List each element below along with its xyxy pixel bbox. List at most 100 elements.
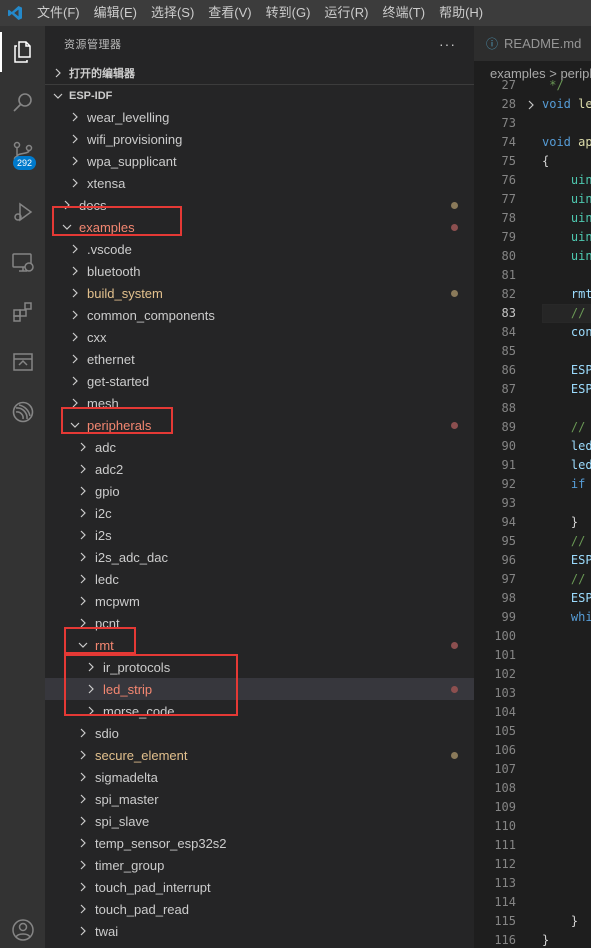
tree-item[interactable]: docs xyxy=(45,194,474,216)
tree-item[interactable]: get-started xyxy=(45,370,474,392)
run-debug-icon[interactable] xyxy=(0,192,45,232)
tree-item[interactable]: peripherals xyxy=(45,414,474,436)
tree-item[interactable]: i2s_adc_dac xyxy=(45,546,474,568)
tab-readme[interactable]: ⓘ README.md xyxy=(474,26,591,61)
chevron-right-icon xyxy=(59,194,75,216)
tree-item-label: rmt xyxy=(95,637,114,653)
line-number: 82 xyxy=(501,287,516,301)
menu-item[interactable]: 终端(T) xyxy=(375,0,432,26)
tree-item[interactable]: ledc xyxy=(45,568,474,590)
line-number: 97 xyxy=(501,572,516,586)
chevron-right-icon xyxy=(75,766,91,788)
tree-item-label: mesh xyxy=(87,395,119,411)
tree-item[interactable]: adc xyxy=(45,436,474,458)
menu-item[interactable]: 文件(F) xyxy=(30,0,87,26)
tree-item[interactable]: i2c xyxy=(45,502,474,524)
line-number: 98 xyxy=(501,591,516,605)
tree-item[interactable]: rmt xyxy=(45,634,474,656)
tree-item[interactable]: sigmadelta xyxy=(45,766,474,788)
tree-item[interactable]: adc2 xyxy=(45,458,474,480)
tree-item[interactable]: secure_element xyxy=(45,744,474,766)
tree-item[interactable]: touch_pad_read xyxy=(45,898,474,920)
tree-item[interactable]: spi_slave xyxy=(45,810,474,832)
tree-item[interactable]: bluetooth xyxy=(45,260,474,282)
chevron-right-icon xyxy=(75,480,91,502)
tree-item[interactable]: sdio xyxy=(45,722,474,744)
tree-item[interactable]: twai xyxy=(45,920,474,942)
open-editors-section[interactable]: 打开的编辑器 xyxy=(45,62,474,84)
tree-item[interactable]: .vscode xyxy=(45,238,474,260)
tree-item-label: common_components xyxy=(87,307,215,323)
line-number: 84 xyxy=(501,325,516,339)
tree-item[interactable]: mcpwm xyxy=(45,590,474,612)
menu-item[interactable]: 转到(G) xyxy=(259,0,318,26)
tree-item[interactable]: wpa_supplicant xyxy=(45,150,474,172)
tree-item[interactable]: gpio xyxy=(45,480,474,502)
tree-item-label: bluetooth xyxy=(87,263,141,279)
workspace-section[interactable]: ESP-IDF xyxy=(45,84,474,106)
chevron-right-icon xyxy=(67,238,83,260)
explorer-icon[interactable] xyxy=(0,32,45,72)
git-status-dot xyxy=(451,752,458,759)
remote-explorer-icon[interactable] xyxy=(0,242,45,282)
tree-item[interactable]: xtensa xyxy=(45,172,474,194)
tree-item[interactable]: touch_pad_interrupt xyxy=(45,876,474,898)
tree-item-label: morse_code xyxy=(103,703,175,719)
chevron-right-icon xyxy=(75,568,91,590)
line-number: 112 xyxy=(494,857,516,871)
tree-item-label: .vscode xyxy=(87,241,132,257)
code-line: 93 xyxy=(474,494,591,513)
tree-item[interactable]: common_components xyxy=(45,304,474,326)
code-token: uin xyxy=(542,173,591,187)
chevron-right-icon xyxy=(83,656,99,678)
tree-item[interactable]: temp_sensor_esp32s2 xyxy=(45,832,474,854)
line-number: 73 xyxy=(501,116,516,130)
chevron-right-icon xyxy=(67,282,83,304)
tree-item[interactable]: wifi_provisioning xyxy=(45,128,474,150)
extensions-icon[interactable] xyxy=(0,292,45,332)
line-number: 87 xyxy=(501,382,516,396)
tree-item[interactable]: ir_protocols xyxy=(45,656,474,678)
tree-item[interactable]: mesh xyxy=(45,392,474,414)
chevron-right-icon xyxy=(67,392,83,414)
search-icon[interactable] xyxy=(0,82,45,122)
line-number: 114 xyxy=(494,895,516,909)
menu-item[interactable]: 帮助(H) xyxy=(432,0,490,26)
tree-item[interactable]: build_system xyxy=(45,282,474,304)
code-token: void xyxy=(542,97,579,111)
chevron-down-icon xyxy=(59,216,75,238)
espressif-icon[interactable] xyxy=(0,392,45,432)
menu-item[interactable]: 选择(S) xyxy=(144,0,201,26)
tree-item[interactable]: cxx xyxy=(45,326,474,348)
code-text: void ap xyxy=(542,133,591,152)
tree-item[interactable]: spi_master xyxy=(45,788,474,810)
menu-item[interactable]: 运行(R) xyxy=(317,0,375,26)
code-line: 104 xyxy=(474,703,591,722)
panel-icon[interactable] xyxy=(0,342,45,382)
activity-bar: 292 xyxy=(0,26,45,948)
tree-item[interactable]: uart xyxy=(45,942,474,948)
account-icon[interactable] xyxy=(0,910,45,948)
tree-item[interactable]: led_strip xyxy=(45,678,474,700)
code-line: 95 // xyxy=(474,532,591,551)
menu-item[interactable]: 查看(V) xyxy=(201,0,258,26)
code-line: 82 rmt xyxy=(474,285,591,304)
menu-item[interactable]: 编辑(E) xyxy=(87,0,144,26)
chevron-right-icon xyxy=(67,150,83,172)
code-text: uin xyxy=(542,171,591,190)
line-number: 99 xyxy=(501,610,516,624)
tree-item[interactable]: ethernet xyxy=(45,348,474,370)
line-number: 104 xyxy=(494,705,516,719)
tree-item[interactable]: pcnt xyxy=(45,612,474,634)
line-number: 102 xyxy=(494,667,516,681)
tree-item[interactable]: timer_group xyxy=(45,854,474,876)
line-number: 92 xyxy=(501,477,516,491)
tree-item[interactable]: morse_code xyxy=(45,700,474,722)
more-actions-icon[interactable]: ··· xyxy=(439,36,456,52)
code-text: ESP xyxy=(542,361,591,380)
tree-item[interactable]: i2s xyxy=(45,524,474,546)
code-token: whi xyxy=(542,610,591,624)
code-text: ESP xyxy=(542,551,591,570)
tree-item[interactable]: examples xyxy=(45,216,474,238)
tree-item[interactable]: wear_levelling xyxy=(45,106,474,128)
